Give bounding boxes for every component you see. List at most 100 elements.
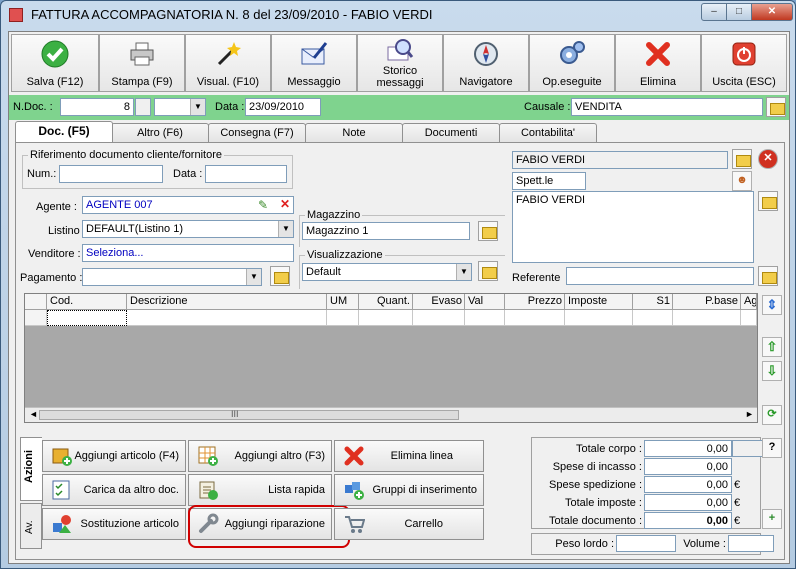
cell-pbase[interactable] xyxy=(673,310,741,326)
add-item-button[interactable]: Aggiungi articolo (F4) xyxy=(42,440,186,472)
col-cod[interactable]: Cod. xyxy=(47,294,127,310)
move-down-icon[interactable]: ⇩ xyxy=(762,361,782,381)
totale-corpo-field[interactable]: 0,00 xyxy=(644,440,732,457)
col-s1[interactable]: S1 xyxy=(633,294,673,310)
delete-line-button[interactable]: Elimina linea xyxy=(334,440,484,472)
spese-incasso-field[interactable]: 0,00 xyxy=(644,458,732,475)
remove-customer-icon[interactable]: ✕ xyxy=(758,149,778,169)
causale-field[interactable]: VENDITA xyxy=(571,98,763,116)
quick-list-button[interactable]: Lista rapida xyxy=(188,474,332,506)
message-button[interactable]: Messaggio xyxy=(271,34,357,92)
col-ag[interactable]: Ag xyxy=(741,294,757,310)
venditore-field[interactable]: Seleziona... xyxy=(82,244,294,262)
minimize-button[interactable]: – xyxy=(701,3,727,21)
tab-consegna[interactable]: Consegna (F7) xyxy=(208,123,306,142)
maximize-button[interactable]: □ xyxy=(726,3,752,21)
help-button[interactable]: ? xyxy=(762,438,782,458)
scroll-thumb[interactable] xyxy=(39,410,459,420)
col-descrizione[interactable]: Descrizione xyxy=(127,294,327,310)
add-repair-button[interactable]: Aggiungi riparazione xyxy=(188,508,332,540)
col-val[interactable]: Val xyxy=(465,294,505,310)
col-quant[interactable]: Quant. xyxy=(359,294,413,310)
clear-x-icon[interactable]: ✕ xyxy=(280,197,290,211)
customer-address-field[interactable]: FABIO VERDI xyxy=(512,191,754,263)
preview-label: Visual. (F10) xyxy=(196,76,260,88)
operations-done-button[interactable]: Op.eseguite xyxy=(529,34,615,92)
col-imposte[interactable]: Imposte xyxy=(565,294,633,310)
load-from-doc-button[interactable]: Carica da altro doc. xyxy=(42,474,186,506)
tab-note[interactable]: Note xyxy=(305,123,403,142)
row-header[interactable] xyxy=(25,310,47,326)
ref-date-field[interactable] xyxy=(205,165,287,183)
insert-groups-button[interactable]: Gruppi di inserimento xyxy=(334,474,484,506)
listino-dropdown[interactable]: DEFAULT(Listino 1) ▼ xyxy=(82,220,294,238)
person-icon[interactable]: ☻ xyxy=(732,171,752,191)
scroll-right-icon[interactable]: ► xyxy=(745,409,754,419)
folder-icon[interactable] xyxy=(478,221,498,241)
volume-field[interactable] xyxy=(728,535,774,552)
cell-s1[interactable] xyxy=(633,310,673,326)
folder-icon[interactable] xyxy=(758,266,778,286)
totale-documento-field[interactable]: 0,00 xyxy=(644,512,732,529)
edit-pencil-icon[interactable]: ✎ xyxy=(258,198,268,212)
col-um[interactable]: UM xyxy=(327,294,359,310)
tab-altro[interactable]: Altro (F6) xyxy=(111,123,209,142)
peso-lordo-field[interactable] xyxy=(616,535,676,552)
tab-av[interactable]: Av. xyxy=(20,503,42,549)
folder-icon[interactable] xyxy=(270,266,290,286)
cell-imposte[interactable] xyxy=(565,310,633,326)
cart-button[interactable]: Carrello xyxy=(334,508,484,540)
customer-name-field[interactable]: FABIO VERDI xyxy=(512,151,728,169)
replace-item-button[interactable]: Sostituzione articolo xyxy=(42,508,186,540)
ndoc-suffix-button[interactable] xyxy=(135,98,151,116)
move-up-icon[interactable]: ⇧ xyxy=(762,337,782,357)
folder-icon[interactable] xyxy=(478,261,498,281)
chevron-down-icon: ▼ xyxy=(456,264,471,280)
cell-prezzo[interactable] xyxy=(505,310,565,326)
folder-icon[interactable] xyxy=(732,149,752,169)
delete-button[interactable]: Elimina xyxy=(615,34,701,92)
cell-quant[interactable] xyxy=(359,310,413,326)
preview-button[interactable]: Visual. (F10) xyxy=(185,34,271,92)
totale-imposte-field[interactable]: 0,00 xyxy=(644,494,732,511)
envelope-pen-icon xyxy=(301,42,328,65)
tab-documenti[interactable]: Documenti xyxy=(402,123,500,142)
add-other-button[interactable]: Aggiungi altro (F3) xyxy=(188,440,332,472)
tab-doc[interactable]: Doc. (F5) xyxy=(15,121,113,142)
close-button[interactable]: ✕ xyxy=(751,3,793,21)
cell-descrizione[interactable] xyxy=(127,310,327,326)
series-dropdown[interactable]: ▼ xyxy=(154,98,206,116)
col-evaso[interactable]: Evaso xyxy=(413,294,465,310)
cell-ag[interactable] xyxy=(741,310,757,326)
date-field[interactable]: 23/09/2010 xyxy=(245,98,321,116)
exit-button[interactable]: Uscita (ESC) xyxy=(701,34,787,92)
spese-spedizione-field[interactable]: 0,00 xyxy=(644,476,732,493)
visualizzazione-dropdown[interactable]: Default ▼ xyxy=(302,263,472,281)
cell-cod[interactable] xyxy=(47,310,127,326)
cell-val[interactable] xyxy=(465,310,505,326)
move-updown-icon[interactable]: ⇕ xyxy=(762,295,782,315)
navigator-button[interactable]: Navigatore xyxy=(443,34,529,92)
calculator-add-icon[interactable]: + xyxy=(762,509,782,529)
message-history-button[interactable]: Storico messaggi xyxy=(357,34,443,92)
doc-panel: Riferimento documento cliente/fornitore … xyxy=(15,142,785,560)
col-prezzo[interactable]: Prezzo xyxy=(505,294,565,310)
refresh-icon[interactable]: ⟳ xyxy=(762,405,782,425)
save-button[interactable]: Salva (F12) xyxy=(11,34,99,92)
cell-um[interactable] xyxy=(327,310,359,326)
print-button[interactable]: Stampa (F9) xyxy=(99,34,185,92)
folder-icon[interactable] xyxy=(758,191,778,211)
col-pbase[interactable]: P.base xyxy=(673,294,741,310)
horizontal-scrollbar[interactable]: ◄ III ► xyxy=(25,407,757,422)
num-field[interactable] xyxy=(59,165,163,183)
scroll-left-icon[interactable]: ◄ xyxy=(29,409,38,419)
ndoc-field[interactable]: 8 xyxy=(60,98,134,116)
folder-icon[interactable] xyxy=(766,97,786,117)
magazzino-field[interactable]: Magazzino 1 xyxy=(302,222,470,240)
cell-evaso[interactable] xyxy=(413,310,465,326)
salutation-field[interactable]: Spett.le xyxy=(512,172,586,190)
tab-azioni[interactable]: Azioni xyxy=(20,437,42,501)
pagamento-dropdown[interactable]: ▼ xyxy=(82,268,262,286)
tab-contabilita[interactable]: Contabilita' xyxy=(499,123,597,142)
referente-field[interactable] xyxy=(566,267,754,285)
